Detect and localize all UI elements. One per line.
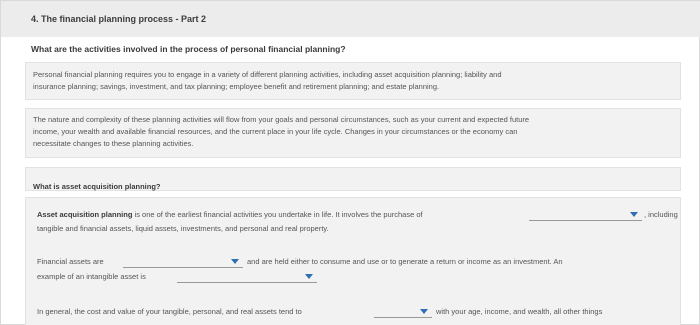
nature-line-3: necessitate changes to these planning ac… <box>33 139 194 148</box>
intro-panel: Personal financial planning requires you… <box>25 62 681 100</box>
financial-assets-label: Financial assets are <box>37 257 104 266</box>
intro-line-2: insurance planning; savings, investment,… <box>33 82 440 91</box>
asset-acquisition-section: Asset acquisition planning is one of the… <box>25 197 681 325</box>
financial-assets-dropdown[interactable] <box>123 256 243 268</box>
asset-after-dropdown-1: , including <box>644 210 678 219</box>
asset-paragraph-line-1: Asset acquisition planning is one of the… <box>37 209 423 221</box>
nature-line-1: The nature and complexity of these plann… <box>33 115 530 124</box>
asset-cost-trend-dropdown[interactable] <box>374 306 432 318</box>
intro-line-1: Personal financial planning requires you… <box>33 70 502 79</box>
assignment-page: 4. The financial planning process - Part… <box>0 0 700 325</box>
nature-panel: The nature and complexity of these plann… <box>25 108 681 158</box>
financial-after-dropdown: and are held either to consume and use o… <box>247 257 563 266</box>
nature-line-2: income, your wealth and available financ… <box>33 127 518 136</box>
intangible-asset-dropdown[interactable] <box>177 271 317 283</box>
chevron-down-icon <box>630 212 638 217</box>
sub-question-heading: What is asset acquisition planning? <box>33 182 161 191</box>
question-heading: What are the activities involved in the … <box>31 44 346 54</box>
asset-paragraph-line-2: tangible and financial assets, liquid as… <box>37 224 329 233</box>
sub-question-panel: What is asset acquisition planning? <box>25 167 681 191</box>
general-after-dropdown: with your age, income, and wealth, all o… <box>436 307 603 316</box>
asset-term: Asset acquisition planning <box>37 210 133 219</box>
intangible-example-label: example of an intangible asset is <box>37 272 146 281</box>
asset-text-1: is one of the earliest financial activit… <box>132 210 423 219</box>
chevron-down-icon <box>305 274 313 279</box>
general-text: In general, the cost and value of your t… <box>37 307 302 316</box>
asset-purchase-dropdown[interactable] <box>529 209 642 221</box>
chevron-down-icon <box>420 309 428 314</box>
chevron-down-icon <box>231 259 239 264</box>
page-title: 4. The financial planning process - Part… <box>1 1 700 37</box>
